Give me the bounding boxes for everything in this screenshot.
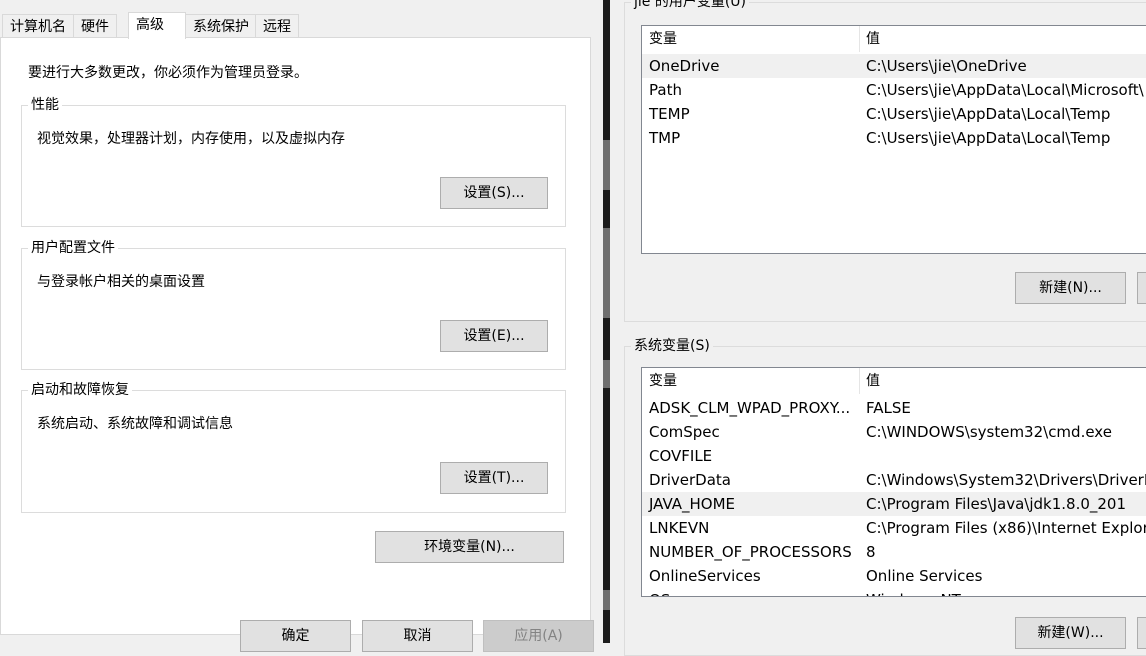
variable-name: COVFILE bbox=[649, 447, 713, 465]
user-edit-button[interactable] bbox=[1137, 272, 1146, 304]
background-window-strip bbox=[603, 590, 610, 610]
user-profiles-group: 用户配置文件 与登录帐户相关的桌面设置 设置(E)... bbox=[21, 239, 566, 370]
tab-remote[interactable]: 远程 bbox=[255, 14, 299, 38]
user-variables-group: jie 的用户变量(U) 变量 值 OneDrive C:\Users\jie\… bbox=[624, 0, 1146, 322]
variable-name: OnlineServices bbox=[649, 567, 761, 585]
table-row[interactable]: OnlineServices Online Services bbox=[642, 564, 1146, 588]
table-row[interactable]: OS Windows_NT bbox=[642, 588, 1146, 596]
system-variables-title: 系统变量(S) bbox=[631, 337, 713, 355]
system-new-button[interactable]: 新建(W)... bbox=[1015, 617, 1126, 649]
column-header-value[interactable]: 值 bbox=[859, 368, 880, 394]
table-row[interactable]: OneDrive C:\Users\jie\OneDrive bbox=[642, 54, 1146, 78]
startup-recovery-group-title: 启动和故障恢复 bbox=[28, 381, 132, 399]
system-variables-group: 系统变量(S) 变量 值 ADSK_CLM_WPAD_PROXY... FALS… bbox=[624, 337, 1146, 656]
table-row[interactable]: JAVA_HOME C:\Program Files\Java\jdk1.8.0… bbox=[642, 492, 1146, 516]
environment-variables-button[interactable]: 环境变量(N)... bbox=[375, 531, 564, 563]
variable-name: ADSK_CLM_WPAD_PROXY... bbox=[649, 399, 851, 417]
variable-value: C:\Users\jie\OneDrive bbox=[866, 57, 1027, 75]
background-window-strip bbox=[603, 228, 610, 318]
system-edit-button[interactable] bbox=[1137, 617, 1146, 649]
background-window-strip bbox=[603, 360, 610, 388]
table-row[interactable]: TMP C:\Users\jie\AppData\Local\Temp bbox=[642, 126, 1146, 150]
variable-name: OS bbox=[642, 588, 670, 596]
startup-recovery-settings-button[interactable]: 设置(T)... bbox=[440, 462, 548, 494]
system-variables-list[interactable]: 变量 值 ADSK_CLM_WPAD_PROXY... FALSE ComSpe… bbox=[641, 367, 1146, 597]
user-variables-list[interactable]: 变量 值 OneDrive C:\Users\jie\OneDrive Path… bbox=[641, 25, 1146, 254]
ok-button[interactable]: 确定 bbox=[240, 620, 351, 652]
user-profiles-description: 与登录帐户相关的桌面设置 bbox=[37, 274, 205, 290]
table-row[interactable]: LNKEVN C:\Program Files (x86)\Internet E… bbox=[642, 516, 1146, 540]
variable-name: Path bbox=[649, 81, 682, 99]
apply-button[interactable]: 应用(A) bbox=[483, 620, 594, 652]
column-header-variable[interactable]: 变量 bbox=[642, 26, 677, 52]
table-row[interactable]: ADSK_CLM_WPAD_PROXY... FALSE bbox=[642, 396, 1146, 420]
variable-name: OneDrive bbox=[649, 57, 720, 75]
user-variables-title: jie 的用户变量(U) bbox=[631, 0, 750, 11]
variable-name: JAVA_HOME bbox=[649, 495, 736, 513]
variable-value: C:\WINDOWS\system32\cmd.exe bbox=[866, 423, 1112, 441]
table-row[interactable]: COVFILE bbox=[642, 444, 1146, 468]
startup-recovery-group: 启动和故障恢复 系统启动、系统故障和调试信息 设置(T)... bbox=[21, 381, 566, 513]
tab-system-protection[interactable]: 系统保护 bbox=[185, 14, 257, 38]
user-variables-list-header: 变量 值 bbox=[642, 26, 1146, 52]
tab-computer-name[interactable]: 计算机名 bbox=[2, 14, 74, 38]
user-profiles-settings-button[interactable]: 设置(E)... bbox=[440, 320, 548, 352]
user-new-button[interactable]: 新建(N)... bbox=[1015, 272, 1126, 304]
variable-value: C:\Windows\System32\Drivers\DriverD bbox=[866, 471, 1146, 489]
variable-name: TMP bbox=[649, 129, 681, 147]
variable-value: 8 bbox=[866, 543, 876, 561]
column-header-variable[interactable]: 变量 bbox=[642, 368, 677, 394]
variable-value: C:\Users\jie\AppData\Local\Temp bbox=[866, 129, 1111, 147]
background-window-strip bbox=[603, 140, 610, 190]
cancel-button[interactable]: 取消 bbox=[362, 620, 473, 652]
variable-value: C:\Program Files (x86)\Internet Explore bbox=[866, 519, 1146, 537]
variable-name: ComSpec bbox=[649, 423, 720, 441]
table-row[interactable]: TEMP C:\Users\jie\AppData\Local\Temp bbox=[642, 102, 1146, 126]
variable-value: C:\Users\jie\AppData\Local\Microsoft\ bbox=[866, 81, 1144, 99]
column-header-value[interactable]: 值 bbox=[859, 26, 880, 52]
table-row[interactable]: DriverData C:\Windows\System32\Drivers\D… bbox=[642, 468, 1146, 492]
environment-variables-window: jie 的用户变量(U) 变量 值 OneDrive C:\Users\jie\… bbox=[610, 0, 1146, 656]
system-properties-window: 计算机名 硬件 高级 系统保护 远程 要进行大多数更改，你必须作为管理员登录。 … bbox=[0, 0, 603, 652]
user-profiles-group-title: 用户配置文件 bbox=[28, 239, 118, 257]
performance-settings-button[interactable]: 设置(S)... bbox=[440, 177, 548, 209]
variable-name: LNKEVN bbox=[649, 519, 710, 537]
variable-name: NUMBER_OF_PROCESSORS bbox=[649, 543, 852, 561]
variable-value: Windows_NT bbox=[859, 588, 961, 596]
startup-recovery-description: 系统启动、系统故障和调试信息 bbox=[37, 416, 233, 432]
variable-name: TEMP bbox=[649, 105, 690, 123]
tab-advanced[interactable]: 高级 bbox=[128, 12, 186, 39]
table-row[interactable]: ComSpec C:\WINDOWS\system32\cmd.exe bbox=[642, 420, 1146, 444]
performance-group-title: 性能 bbox=[28, 96, 62, 114]
system-variables-list-header: 变量 值 bbox=[642, 368, 1146, 394]
variable-value: C:\Users\jie\AppData\Local\Temp bbox=[866, 105, 1111, 123]
tab-hardware[interactable]: 硬件 bbox=[73, 14, 117, 38]
variable-value: C:\Program Files\Java\jdk1.8.0_201 bbox=[866, 495, 1127, 513]
table-row[interactable]: Path C:\Users\jie\AppData\Local\Microsof… bbox=[642, 78, 1146, 102]
tab-strip: 计算机名 硬件 高级 系统保护 远程 bbox=[0, 12, 603, 39]
variable-value: FALSE bbox=[866, 399, 911, 417]
performance-description: 视觉效果，处理器计划，内存使用，以及虚拟内存 bbox=[37, 131, 345, 147]
performance-group: 性能 视觉效果，处理器计划，内存使用，以及虚拟内存 设置(S)... bbox=[21, 96, 566, 227]
admin-note: 要进行大多数更改，你必须作为管理员登录。 bbox=[28, 65, 308, 81]
window-gap bbox=[603, 0, 610, 643]
table-row[interactable]: NUMBER_OF_PROCESSORS 8 bbox=[642, 540, 1146, 564]
variable-value: Online Services bbox=[866, 567, 983, 585]
variable-name: DriverData bbox=[649, 471, 731, 489]
